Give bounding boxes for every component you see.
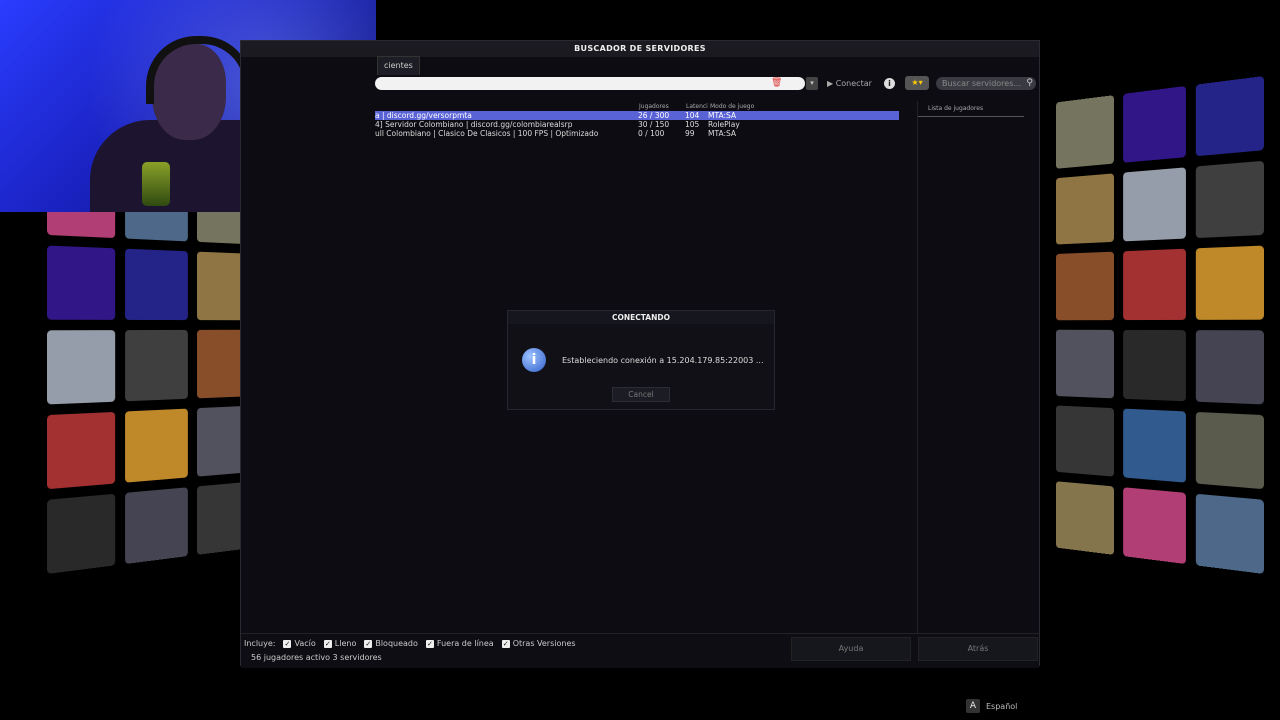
background-tile — [1055, 329, 1114, 399]
background-tile — [47, 411, 116, 490]
background-tile — [1123, 408, 1186, 483]
column-header-gamemode[interactable]: Modo de juego — [710, 103, 754, 110]
background-tile — [47, 245, 116, 320]
background-tile — [1195, 76, 1264, 157]
server-players: 0 / 100 — [638, 129, 665, 138]
checkbox-icon: ✓ — [501, 639, 510, 648]
search-input[interactable]: Buscar servidores... ⚲ — [936, 77, 1036, 90]
background-tile — [1055, 251, 1114, 321]
filter-checkbox[interactable]: ✓ Fuera de línea — [425, 639, 494, 648]
drink-can — [142, 162, 170, 206]
search-icon: ⚲ — [1026, 78, 1033, 88]
help-button[interactable]: Ayuda — [791, 637, 911, 661]
checkbox-icon: ✓ — [364, 639, 373, 648]
cancel-button[interactable]: Cancel — [612, 387, 670, 402]
server-name: a | discord.gg/versorpmta — [375, 111, 472, 120]
background-tile — [1195, 245, 1264, 320]
background-tile — [1195, 411, 1264, 490]
language-selector[interactable]: A Español — [966, 699, 1017, 713]
background-tile — [1055, 95, 1114, 169]
status-text: 56 jugadores activo 3 servidores — [251, 653, 382, 662]
players-panel-header: Lista de jugadores — [918, 101, 1024, 117]
server-players: 30 / 150 — [638, 120, 670, 129]
toolbar: 🗑 ▾ ▶ Conectar i ★▾ Buscar servidores...… — [241, 75, 1039, 93]
server-row[interactable]: a | discord.gg/versorpmta 26 / 300 104 MTA:… — [375, 111, 899, 120]
filter-label: Vacío — [294, 639, 316, 648]
background-tile — [47, 493, 116, 574]
background-tile — [1123, 167, 1186, 242]
server-gamemode: RolePlay — [708, 120, 740, 129]
filter-label: Lleno — [334, 639, 357, 648]
filter-checkboxes: Incluye: ✓ Vacío ✓ Lleno ✓ Bloqueado ✓ Fuera de… — [244, 639, 576, 648]
server-name: ull Colombiano | Clasico De Clasicos | 1… — [375, 129, 599, 138]
server-row[interactable]: 4] Servidor Colombiano | discord.gg/colo… — [375, 120, 899, 129]
filter-label: Otras Versiones — [512, 639, 576, 648]
server-name: 4] Servidor Colombiano | discord.gg/colo… — [375, 120, 573, 129]
background-tile — [125, 487, 188, 565]
delete-icon[interactable]: 🗑 — [771, 78, 782, 88]
server-latency: 104 — [685, 111, 700, 120]
play-icon: ▶ — [827, 79, 834, 88]
search-placeholder: Buscar servidores... — [942, 79, 1021, 88]
checkbox-icon: ✓ — [323, 639, 332, 648]
server-latency: 99 — [685, 129, 695, 138]
background-tile — [1195, 330, 1264, 405]
server-list: Jugadores Latenci Modo de juego a | disc… — [375, 101, 899, 138]
filter-label: Fuera de línea — [436, 639, 494, 648]
background-tile — [1055, 405, 1114, 477]
server-list-header: Jugadores Latenci Modo de juego — [375, 101, 899, 111]
filter-checkbox[interactable]: ✓ Bloqueado — [364, 639, 418, 648]
connecting-dialog: CONECTANDO i Estableciendo conexión a 15… — [507, 310, 775, 410]
background-tile — [1123, 487, 1186, 565]
background-tile — [1195, 493, 1264, 574]
background-tile — [47, 330, 116, 405]
translate-icon: A — [966, 699, 980, 713]
server-row[interactable]: ull Colombiano | Clasico De Clasicos | 1… — [375, 129, 899, 138]
info-bubble-icon: i — [522, 348, 546, 372]
dialog-message: Estableciendo conexión a 15.204.179.85:2… — [562, 356, 764, 365]
connect-label: Conectar — [835, 79, 872, 88]
background-tile — [125, 408, 188, 483]
connect-button[interactable]: ▶ Conectar — [827, 77, 872, 90]
checkbox-icon: ✓ — [283, 639, 292, 648]
back-button[interactable]: Atrás — [918, 637, 1038, 661]
server-latency: 105 — [685, 120, 700, 129]
filter-checkbox[interactable]: ✓ Vacío — [283, 639, 316, 648]
background-tile — [125, 248, 188, 321]
background-tile — [1123, 248, 1186, 321]
server-players: 26 / 300 — [638, 111, 670, 120]
background-tile — [1055, 173, 1114, 245]
server-gamemode: MTA:SA — [708, 129, 737, 138]
window-title: BUSCADOR DE SERVIDORES — [241, 41, 1039, 57]
info-icon[interactable]: i — [884, 78, 895, 89]
column-header-latency[interactable]: Latenci — [686, 103, 708, 110]
dialog-title: CONECTANDO — [508, 311, 774, 324]
background-tile — [1055, 481, 1114, 555]
background-tile — [125, 329, 188, 402]
tab-recent[interactable]: cientes — [377, 56, 420, 75]
address-field[interactable] — [375, 77, 805, 90]
language-label: Español — [986, 701, 1018, 711]
filter-checkbox[interactable]: ✓ Otras Versiones — [501, 639, 576, 648]
address-dropdown-button[interactable]: ▾ — [806, 77, 818, 90]
checkbox-icon: ✓ — [425, 639, 434, 648]
includes-label: Incluye: — [244, 639, 276, 648]
favorites-button[interactable]: ★▾ — [905, 76, 929, 90]
players-panel: Lista de jugadores — [917, 101, 1038, 633]
background-tile-wall-right — [1055, 76, 1264, 574]
column-header-players[interactable]: Jugadores — [639, 103, 669, 110]
background-tile — [1123, 329, 1186, 402]
background-tile — [1123, 85, 1186, 163]
background-tile — [1195, 160, 1264, 239]
server-gamemode: MTA:SA — [708, 111, 737, 120]
filter-label: Bloqueado — [375, 639, 418, 648]
filter-checkbox[interactable]: ✓ Lleno — [323, 639, 357, 648]
footer-bar: Incluye: ✓ Vacío ✓ Lleno ✓ Bloqueado ✓ Fuera de… — [241, 633, 1039, 668]
